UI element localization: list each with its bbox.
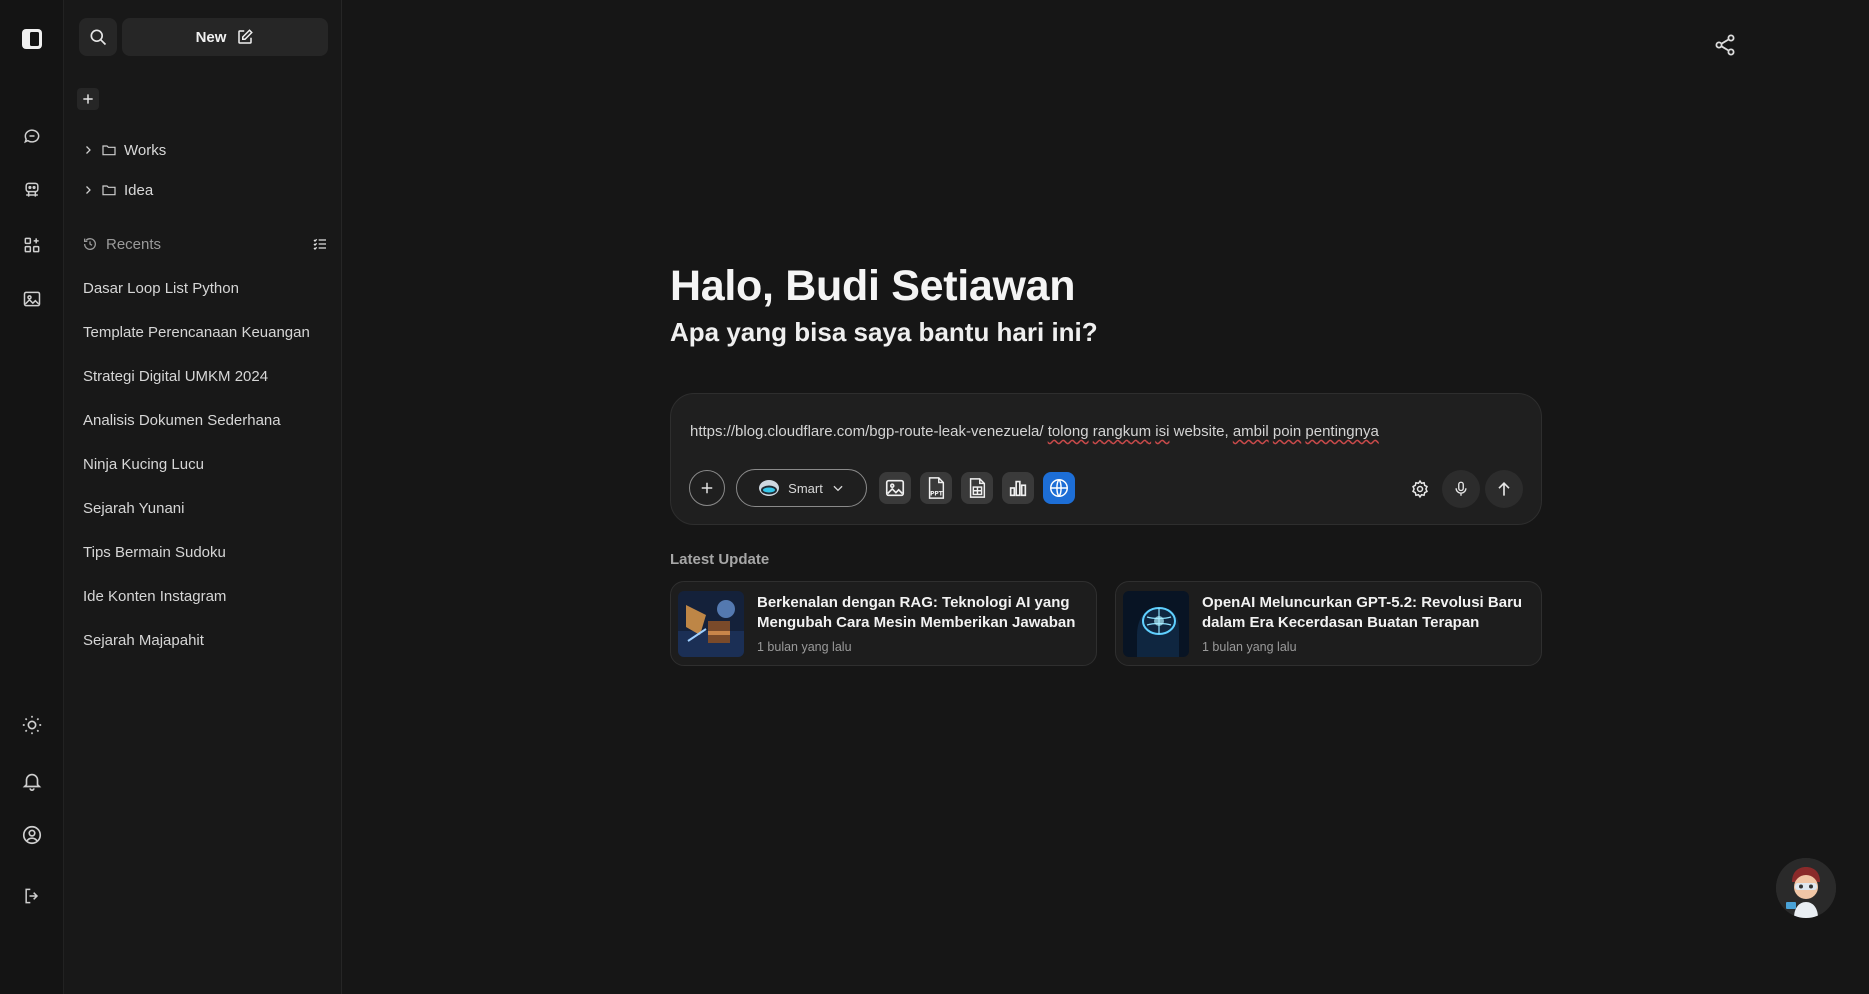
web-search-tool-button[interactable] bbox=[1043, 472, 1075, 504]
plus-icon bbox=[81, 92, 95, 106]
latest-update-label: Latest Update bbox=[670, 551, 770, 568]
gear-icon bbox=[1410, 479, 1430, 499]
folder-idea[interactable]: Idea bbox=[82, 179, 153, 201]
recents-header: Recents bbox=[82, 233, 328, 255]
edit-icon bbox=[236, 28, 254, 46]
prompt-text: tolong bbox=[1047, 423, 1089, 440]
send-button[interactable] bbox=[1485, 470, 1523, 508]
news-title: OpenAI Meluncurkan GPT-5.2: Revolusi Bar… bbox=[1202, 594, 1523, 631]
folder-icon bbox=[101, 142, 117, 158]
attach-button[interactable] bbox=[689, 470, 725, 506]
microphone-icon bbox=[1452, 480, 1470, 498]
bell-icon[interactable] bbox=[14, 763, 50, 799]
chart-tool-button[interactable] bbox=[1002, 472, 1034, 504]
model-selector[interactable]: Smart bbox=[736, 469, 867, 507]
share-icon[interactable] bbox=[1713, 33, 1739, 59]
chat-icon[interactable] bbox=[14, 118, 50, 154]
plus-icon bbox=[698, 479, 716, 497]
globe-icon bbox=[1048, 477, 1070, 499]
chevron-right-icon bbox=[82, 144, 94, 156]
user-icon[interactable] bbox=[14, 817, 50, 853]
prompt-text: pentingnya bbox=[1305, 423, 1379, 440]
chevron-down-icon bbox=[831, 481, 845, 495]
folder-icon bbox=[101, 182, 117, 198]
news-time: 1 bulan yang lalu bbox=[757, 640, 852, 654]
model-logo-icon bbox=[758, 479, 780, 497]
news-time: 1 bulan yang lalu bbox=[1202, 640, 1297, 654]
icon-rail bbox=[0, 0, 64, 994]
greeting-subtitle: Apa yang bisa saya bantu hari ini? bbox=[670, 317, 1098, 347]
list-check-icon[interactable] bbox=[312, 236, 328, 252]
recent-item[interactable]: Template Perencanaan Keuangan bbox=[83, 324, 310, 341]
logout-icon[interactable] bbox=[14, 878, 50, 914]
robot-icon[interactable] bbox=[14, 172, 50, 208]
news-card[interactable]: OpenAI Meluncurkan GPT-5.2: Revolusi Bar… bbox=[1115, 581, 1542, 666]
news-card[interactable]: Berkenalan dengan RAG: Teknologi AI yang… bbox=[670, 581, 1097, 666]
recent-item[interactable]: Analisis Dokumen Sederhana bbox=[83, 412, 281, 429]
apps-icon[interactable] bbox=[14, 227, 50, 263]
ppt-file-icon: PPT bbox=[925, 476, 947, 500]
prompt-text: https://blog.cloudflare.com/bgp-route-le… bbox=[690, 423, 1048, 440]
news-thumbnail bbox=[1123, 591, 1189, 657]
folder-label: Works bbox=[124, 141, 167, 159]
folder-label: Idea bbox=[124, 181, 154, 199]
ppt-tool-button[interactable]: PPT bbox=[920, 472, 952, 504]
add-folder-button[interactable] bbox=[77, 88, 99, 110]
prompt-text: isi bbox=[1155, 423, 1170, 440]
history-icon bbox=[82, 236, 98, 252]
sidebar-toggle-icon[interactable] bbox=[14, 21, 50, 57]
prompt-text: ambil bbox=[1232, 423, 1269, 440]
new-chat-button[interactable]: New bbox=[122, 18, 328, 56]
recent-item[interactable]: Sejarah Yunani bbox=[83, 500, 184, 517]
recent-item[interactable]: Ninja Kucing Lucu bbox=[83, 456, 204, 473]
bar-chart-icon bbox=[1007, 477, 1029, 499]
recent-item[interactable]: Strategi Digital UMKM 2024 bbox=[83, 368, 268, 385]
composer: https://blog.cloudflare.com/bgp-route-le… bbox=[670, 393, 1542, 525]
image-icon[interactable] bbox=[14, 281, 50, 317]
prompt-text: poin bbox=[1272, 423, 1302, 440]
image-tool-button[interactable] bbox=[879, 472, 911, 504]
news-title: Berkenalan dengan RAG: Teknologi AI yang… bbox=[757, 594, 1076, 631]
greeting-title: Halo, Budi Setiawan bbox=[670, 262, 1076, 310]
recent-item[interactable]: Sejarah Majapahit bbox=[83, 632, 204, 649]
search-icon bbox=[88, 27, 108, 47]
folder-works[interactable]: Works bbox=[82, 139, 166, 161]
sidebar: New Works Idea Recents Dasar Loop List P… bbox=[64, 0, 342, 994]
sheet-tool-button[interactable] bbox=[961, 472, 993, 504]
recent-item[interactable]: Dasar Loop List Python bbox=[83, 280, 239, 297]
arrow-up-icon bbox=[1494, 479, 1514, 499]
news-thumbnail bbox=[678, 591, 744, 657]
new-chat-label: New bbox=[195, 28, 227, 46]
spreadsheet-icon bbox=[966, 477, 988, 499]
prompt-input[interactable]: https://blog.cloudflare.com/bgp-route-le… bbox=[690, 423, 1379, 440]
search-button[interactable] bbox=[79, 18, 117, 56]
recents-label: Recents bbox=[106, 235, 162, 253]
image-icon bbox=[884, 477, 906, 499]
prompt-text: rangkum bbox=[1092, 423, 1152, 440]
settings-button[interactable] bbox=[1401, 470, 1439, 508]
voice-button[interactable] bbox=[1442, 470, 1480, 508]
chevron-right-icon bbox=[82, 184, 94, 196]
assistant-avatar[interactable] bbox=[1776, 858, 1836, 918]
sun-icon[interactable] bbox=[14, 707, 50, 743]
recent-item[interactable]: Tips Bermain Sudoku bbox=[83, 544, 226, 561]
recent-item[interactable]: Ide Konten Instagram bbox=[83, 588, 226, 605]
model-label: Smart bbox=[788, 480, 823, 496]
prompt-text: website, bbox=[1169, 423, 1233, 440]
svg-text:PPT: PPT bbox=[930, 490, 944, 497]
